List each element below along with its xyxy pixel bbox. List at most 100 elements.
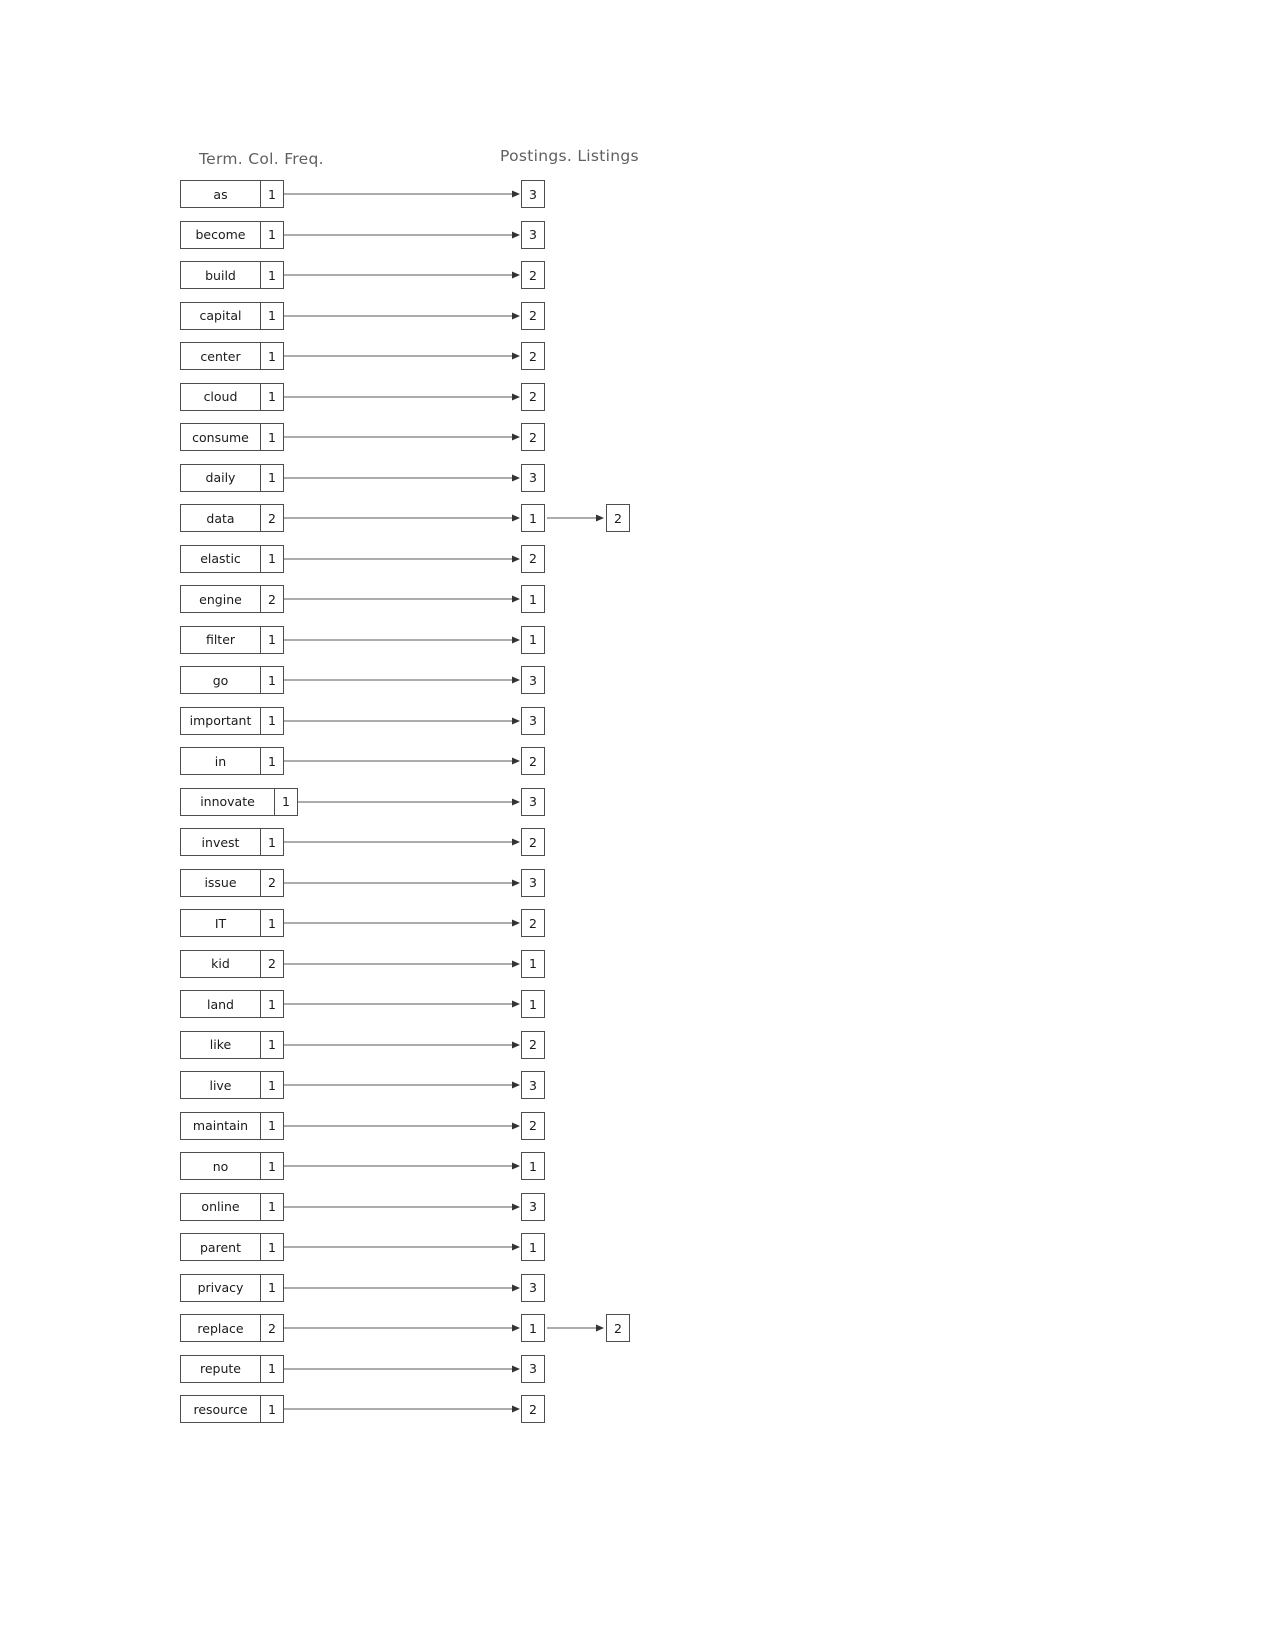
pointer-arrow-to-posting [284, 757, 520, 765]
posting-node[interactable]: 2 [521, 423, 545, 451]
term-entry-build[interactable]: build 1 [180, 261, 284, 289]
collection-frequency-value: 1 [268, 753, 276, 769]
term-entry-invest[interactable]: invest 1 [180, 828, 284, 856]
term-entry-go[interactable]: go 1 [180, 666, 284, 694]
term-label: daily [181, 464, 261, 491]
term-entry-no[interactable]: no 1 [180, 1152, 284, 1180]
term-entry-issue[interactable]: issue 2 [180, 868, 284, 897]
term-entry-consume[interactable]: consume 1 [180, 423, 284, 451]
term-label: kid [181, 950, 261, 977]
pointer-arrow-to-posting [284, 352, 520, 360]
collection-frequency-value: 1 [282, 794, 290, 809]
term-entry-it[interactable]: IT 1 [180, 909, 284, 937]
posting-node[interactable]: 2 [521, 544, 545, 573]
term-entry-online[interactable]: online 1 [180, 1192, 284, 1221]
posting-node[interactable]: 2 [521, 747, 545, 775]
pointer-arrow-to-posting [284, 879, 520, 886]
posting-node[interactable]: 2 [521, 1030, 545, 1059]
posting-node[interactable]: 2 [521, 261, 545, 289]
term-entry-cloud[interactable]: cloud 1 [180, 382, 284, 411]
posting-node[interactable]: 1 [521, 1152, 545, 1180]
term-label: elastic [181, 545, 261, 572]
collection-frequency-value: 1 [268, 429, 276, 445]
collection-frequency-value: 2 [268, 956, 276, 971]
posting-node[interactable]: 1 [521, 625, 545, 654]
posting-node[interactable]: 2 [521, 909, 545, 937]
pointer-arrow-to-posting [284, 1041, 520, 1048]
term-entry-land[interactable]: land 1 [180, 990, 284, 1018]
term-entry-as[interactable]: as 1 [180, 180, 284, 208]
collection-frequency-value: 1 [268, 1401, 276, 1417]
posting-node[interactable]: 3 [521, 1273, 545, 1302]
collection-frequency-value: 1 [268, 1158, 276, 1174]
collection-frequency-value: 1 [268, 915, 276, 931]
term-label: parent [181, 1234, 261, 1260]
term-label: innovate [181, 788, 275, 815]
term-entry-replace[interactable]: replace 2 [180, 1314, 284, 1342]
term-entry-important[interactable]: important 1 [180, 706, 284, 735]
posting-node[interactable]: 2 [521, 1395, 545, 1423]
term-label: consume [181, 424, 261, 450]
term-label: live [181, 1072, 261, 1098]
term-entry-kid[interactable]: kid 2 [180, 949, 284, 978]
term-entry-become[interactable]: become 1 [180, 220, 284, 249]
term-label: center [181, 343, 261, 369]
term-label: become [181, 221, 261, 248]
pointer-arrow-to-posting [284, 717, 520, 724]
pointer-arrow-to-posting [284, 919, 520, 927]
term-entry-engine[interactable]: engine 2 [180, 585, 284, 613]
posting-node-next[interactable]: 2 [606, 504, 630, 532]
posting-node[interactable]: 1 [521, 990, 545, 1018]
posting-node[interactable]: 1 [521, 585, 545, 613]
posting-node[interactable]: 3 [521, 1071, 545, 1099]
term-entry-data[interactable]: data 2 [180, 504, 284, 532]
term-column-header: Term. Col. Freq. [199, 150, 324, 168]
posting-node[interactable]: 3 [521, 1192, 545, 1221]
term-entry-filter[interactable]: filter 1 [180, 625, 284, 654]
term-entry-daily[interactable]: daily 1 [180, 463, 284, 492]
term-entry-in[interactable]: in 1 [180, 747, 284, 775]
posting-node[interactable]: 3 [521, 706, 545, 735]
term-entry-repute[interactable]: repute 1 [180, 1354, 284, 1383]
posting-node-next[interactable]: 2 [606, 1314, 630, 1342]
posting-node[interactable]: 2 [521, 301, 545, 330]
term-entry-center[interactable]: center 1 [180, 342, 284, 370]
term-label: in [181, 748, 261, 774]
term-entry-like[interactable]: like 1 [180, 1030, 284, 1059]
posting-node[interactable]: 1 [521, 949, 545, 978]
posting-node[interactable]: 1 [521, 1314, 545, 1342]
posting-node[interactable]: 2 [521, 382, 545, 411]
posting-node[interactable]: 3 [521, 220, 545, 249]
pointer-arrow-to-posting [284, 838, 520, 846]
term-entry-capital[interactable]: capital 1 [180, 301, 284, 330]
posting-node[interactable]: 3 [521, 1354, 545, 1383]
term-label: like [181, 1031, 261, 1058]
posting-node[interactable]: 3 [521, 463, 545, 492]
term-entry-maintain[interactable]: maintain 1 [180, 1111, 284, 1140]
posting-node[interactable]: 2 [521, 342, 545, 370]
term-entry-live[interactable]: live 1 [180, 1071, 284, 1099]
pointer-arrow-to-posting [284, 1324, 520, 1332]
posting-node[interactable]: 1 [521, 1233, 545, 1261]
posting-node[interactable]: 3 [521, 180, 545, 208]
pointer-arrow-to-posting [284, 231, 520, 238]
posting-node[interactable]: 3 [521, 868, 545, 897]
pointer-arrow-to-posting [284, 1122, 520, 1129]
term-label: IT [181, 910, 261, 936]
term-label: privacy [181, 1274, 261, 1301]
term-entry-innovate[interactable]: innovate 1 [180, 787, 298, 816]
posting-node[interactable]: 1 [521, 504, 545, 532]
term-entry-parent[interactable]: parent 1 [180, 1233, 284, 1261]
posting-node[interactable]: 2 [521, 828, 545, 856]
term-entry-privacy[interactable]: privacy 1 [180, 1273, 284, 1302]
posting-node[interactable]: 3 [521, 666, 545, 694]
pointer-arrow-to-posting [284, 1243, 520, 1251]
posting-node[interactable]: 3 [521, 787, 545, 816]
posting-node[interactable]: 2 [521, 1111, 545, 1140]
term-label: no [181, 1153, 261, 1179]
term-entry-elastic[interactable]: elastic 1 [180, 544, 284, 573]
term-label: build [181, 262, 261, 288]
term-entry-resource[interactable]: resource 1 [180, 1395, 284, 1423]
pointer-arrow-to-next-posting [547, 514, 604, 522]
term-label: go [181, 667, 261, 693]
